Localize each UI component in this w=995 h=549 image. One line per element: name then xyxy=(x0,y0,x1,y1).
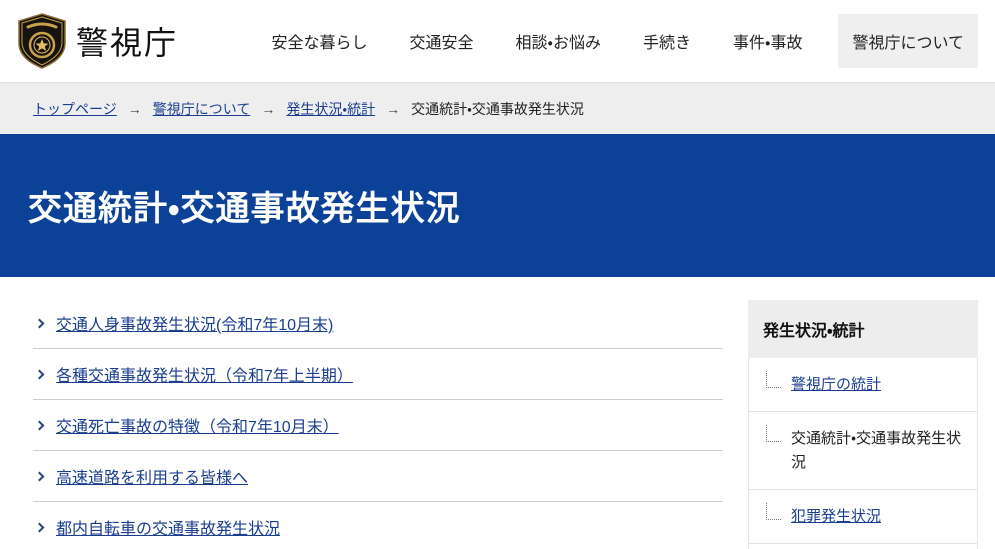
list-item: 交通死亡事故の特徴（令和7年10月末） xyxy=(33,400,723,451)
list-item: 高速道路を利用する皆様へ xyxy=(33,451,723,502)
main-link-list: 交通人身事故発生状況(令和7年10月末) 各種交通事故発生状況（令和7年上半期）… xyxy=(33,298,723,549)
chevron-right-icon xyxy=(34,522,45,532)
chevron-right-icon xyxy=(34,471,45,481)
breadcrumb-arrow-icon: → xyxy=(127,100,142,117)
link-fatal-accident-features[interactable]: 交通死亡事故の特徴（令和7年10月末） xyxy=(56,413,339,437)
nav-item-about-mpd[interactable]: 警視庁について xyxy=(838,14,978,68)
sidebar-statistics: 発生状況・統計 警視庁の統計 交通統計・交通事故発生状況 犯罪発生状況 各種統計 xyxy=(748,300,978,549)
tree-branch-icon xyxy=(766,425,781,443)
chevron-right-icon xyxy=(34,420,45,430)
sidebar-item-traffic-statistics-current: 交通統計・交通事故発生状況 xyxy=(748,412,978,490)
content-area: 交通人身事故発生状況(令和7年10月末) 各種交通事故発生状況（令和7年上半期）… xyxy=(0,277,995,549)
breadcrumb-current: 交通統計・交通事故発生状況 xyxy=(411,100,584,117)
list-item: 各種交通事故発生状況（令和7年上半期） xyxy=(33,349,723,400)
list-item: 都内自転車の交通事故発生状況 xyxy=(33,502,723,549)
breadcrumb-arrow-icon: → xyxy=(261,100,276,117)
sidebar-item-various-statistics: 各種統計 xyxy=(748,544,978,549)
breadcrumb-link-about[interactable]: 警視庁について xyxy=(153,99,251,119)
hero-banner: 交通統計・交通事故発生状況 xyxy=(0,134,995,277)
list-item: 交通人身事故発生状況(令和7年10月末) xyxy=(33,298,723,349)
nav-item-incidents[interactable]: 事件・事故 xyxy=(733,14,802,68)
site-title: 警視庁 xyxy=(76,25,179,61)
home-logo-link[interactable]: 警視庁 xyxy=(16,13,178,69)
breadcrumb: トップページ → 警視庁について → 発生状況・統計 → 交通統計・交通事故発生… xyxy=(0,82,995,134)
nav-item-safe-living[interactable]: 安全な暮らし xyxy=(272,14,368,68)
nav-item-procedures[interactable]: 手続き xyxy=(643,14,691,68)
keishicho-emblem-logo xyxy=(16,13,68,69)
page-title: 交通統計・交通事故発生状況 xyxy=(28,190,461,228)
nav-item-consultation[interactable]: 相談・お悩み xyxy=(516,14,601,68)
nav-item-traffic-safety[interactable]: 交通安全 xyxy=(410,14,474,68)
tree-branch-icon xyxy=(766,502,781,520)
sidebar-link-crime-statistics[interactable]: 犯罪発生状況 xyxy=(791,508,881,525)
sidebar-current-page-label: 交通統計・交通事故発生状況 xyxy=(791,430,962,471)
primary-nav: 安全な暮らし 交通安全 相談・お悩み 手続き 事件・事故 警視庁について xyxy=(230,14,978,68)
breadcrumb-link-statistics[interactable]: 発生状況・統計 xyxy=(286,99,375,119)
sidebar-link-mpd-statistics[interactable]: 警視庁の統計 xyxy=(791,376,881,393)
link-bicycle-accidents[interactable]: 都内自転車の交通事故発生状況 xyxy=(56,515,280,539)
sidebar-title: 発生状況・統計 xyxy=(748,300,978,358)
tree-branch-icon xyxy=(766,371,781,388)
link-various-traffic-accidents[interactable]: 各種交通事故発生状況（令和7年上半期） xyxy=(56,362,353,386)
link-expressway-users[interactable]: 高速道路を利用する皆様へ xyxy=(56,464,248,488)
breadcrumb-link-top[interactable]: トップページ xyxy=(33,99,117,119)
breadcrumb-arrow-icon: → xyxy=(386,100,401,117)
site-header: 警視庁 安全な暮らし 交通安全 相談・お悩み 手続き 事件・事故 警視庁について xyxy=(0,0,995,82)
sidebar-item-mpd-statistics: 警視庁の統計 xyxy=(748,358,978,413)
sidebar-item-crime-statistics: 犯罪発生状況 xyxy=(748,489,978,544)
link-traffic-injury-accidents[interactable]: 交通人身事故発生状況(令和7年10月末) xyxy=(56,311,333,335)
chevron-right-icon xyxy=(34,369,45,379)
chevron-right-icon xyxy=(34,318,45,328)
